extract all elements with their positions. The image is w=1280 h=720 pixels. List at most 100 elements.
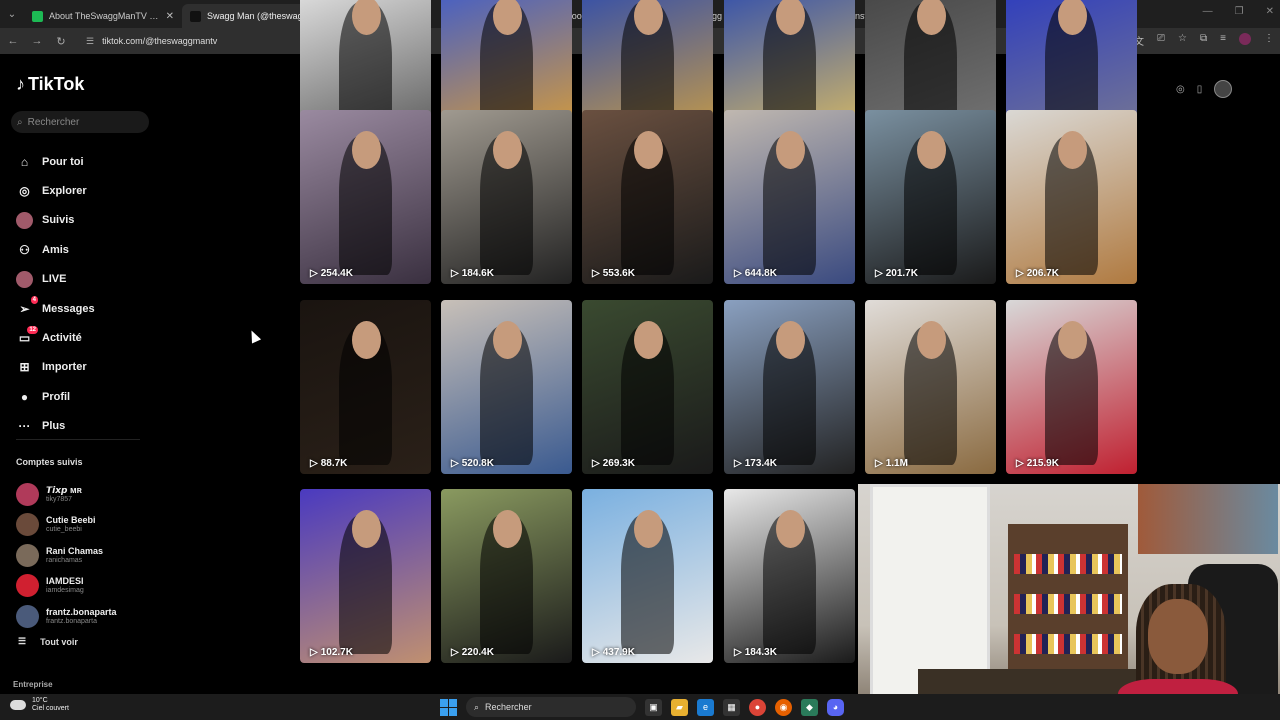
- view-count-text: 520.8K: [461, 458, 494, 469]
- video-thumbnail[interactable]: ▷ 553.6K: [582, 110, 713, 284]
- video-thumbnail[interactable]: ▷ 206.7K: [1006, 110, 1137, 284]
- phone-icon[interactable]: ▯: [1197, 84, 1203, 95]
- footer-entreprise[interactable]: Entreprise: [13, 680, 53, 689]
- following-name: IAMDESI: [46, 576, 84, 587]
- weather-temp: 10°C: [32, 697, 48, 704]
- view-count-text: 88.7K: [320, 458, 348, 469]
- play-icon: ▷: [734, 647, 742, 658]
- nav-item-messages[interactable]: ➢ 4 Messages: [16, 294, 156, 323]
- nav-item-importer[interactable]: ⊞ Importer: [16, 353, 156, 382]
- video-thumbnail[interactable]: ▷ 644.8K: [724, 110, 855, 284]
- tiktok-logo-text: TikTok: [28, 74, 85, 94]
- media-icon[interactable]: ≡: [1220, 33, 1226, 48]
- view-count-text: 644.8K: [744, 268, 777, 279]
- list-icon: ☰: [18, 636, 27, 646]
- view-count-text: 269.3K: [602, 458, 635, 469]
- avatar: [16, 574, 39, 598]
- profile-icon: ●: [20, 389, 29, 404]
- following-item[interactable]: frantz.bonaparta frantz.bonaparta: [16, 601, 117, 632]
- following-item[interactable]: 𝙏𝙞𝙭𝙥 ᴍʀ tiky7857: [16, 479, 117, 510]
- video-thumbnail[interactable]: ▷ 184.3K: [724, 489, 855, 663]
- view-count: ▷ 184.6K: [451, 268, 494, 279]
- avatar: [16, 543, 39, 567]
- play-icon: ▷: [310, 268, 318, 279]
- nav-item-activit[interactable]: ▭ 12 Activité: [16, 323, 156, 352]
- compass-small-icon[interactable]: ◎: [1176, 84, 1185, 95]
- cast-icon[interactable]: ⎚: [1157, 33, 1165, 48]
- view-count: ▷ 206.7K: [1016, 268, 1059, 279]
- maximize-icon[interactable]: ❐: [1235, 6, 1244, 17]
- view-count-text: 1.1M: [885, 458, 908, 469]
- video-thumbnail[interactable]: ▷ 220.4K: [441, 489, 572, 663]
- video-thumbnail[interactable]: ▷ 102.7K: [300, 489, 431, 663]
- nav-item-plus[interactable]: ··· Plus: [16, 412, 156, 441]
- inbox-icon: ▭ 12: [18, 325, 38, 346]
- search-icon: ⌕: [474, 701, 480, 712]
- user-avatar[interactable]: [1214, 80, 1233, 98]
- following-list: 𝙏𝙞𝙭𝙥 ᴍʀ tiky7857 Cutie Beebi cutie_beebi…: [16, 479, 117, 632]
- nav-item-amis[interactable]: ⚇ Amis: [16, 235, 156, 264]
- friends-icon: ⚇: [19, 242, 30, 257]
- profile-avatar-icon[interactable]: [1239, 33, 1251, 45]
- video-thumbnail[interactable]: ▷ 184.6K: [441, 110, 572, 284]
- close-window-icon[interactable]: ✕: [1266, 6, 1274, 17]
- video-thumbnail[interactable]: ▷ 520.8K: [441, 300, 572, 474]
- nav-item-profil[interactable]: ● Profil: [16, 382, 156, 411]
- video-thumbnail[interactable]: ▷ 437.9K: [582, 489, 713, 663]
- tiktok-logo[interactable]: ♪ TikTok: [16, 74, 84, 95]
- video-thumbnail[interactable]: ▷ 88.7K: [300, 300, 431, 474]
- tiktok-sidebar: ♪ TikTok ⌕ Rechercher ⌂ Pour toi ◎ Explor…: [0, 54, 160, 694]
- view-count-text: 220.4K: [461, 647, 494, 658]
- video-thumbnail[interactable]: ▷ 254.4K: [300, 110, 431, 284]
- chrome-icon[interactable]: ●: [749, 698, 766, 716]
- view-count-text: 184.3K: [744, 647, 777, 658]
- play-icon: ▷: [592, 458, 600, 469]
- video-thumbnail[interactable]: ▷ 215.9K: [1006, 300, 1137, 474]
- nav-item-live[interactable]: LIVE: [16, 265, 156, 294]
- video-thumbnail[interactable]: ▷ 173.4K: [724, 300, 855, 474]
- video-thumbnail[interactable]: ▷ 269.3K: [582, 300, 713, 474]
- following-item[interactable]: IAMDESI iamdesimag: [16, 571, 117, 602]
- tab-close-icon[interactable]: ✕: [166, 11, 174, 22]
- avatar-icon: [16, 211, 33, 229]
- minimize-icon[interactable]: —: [1203, 6, 1213, 17]
- forward-icon[interactable]: →: [26, 30, 48, 52]
- see-all-link[interactable]: ☰ Tout voir: [18, 636, 78, 647]
- view-count-text: 201.7K: [885, 268, 918, 279]
- nav-item-pourtoi[interactable]: ⌂ Pour toi: [16, 147, 156, 176]
- following-item[interactable]: Rani Chamas ranichamas: [16, 540, 117, 571]
- weather-widget[interactable]: 10°C Ciel couvert: [10, 697, 69, 713]
- back-icon[interactable]: ←: [2, 30, 24, 52]
- store-icon[interactable]: ▦: [723, 698, 740, 716]
- search-placeholder: Rechercher: [27, 116, 80, 128]
- menu-kebab-icon[interactable]: ⋮: [1264, 33, 1274, 48]
- tab-search-icon[interactable]: ⌄: [0, 2, 24, 26]
- following-name: frantz.bonaparta: [46, 606, 117, 617]
- search-input[interactable]: ⌕ Rechercher: [11, 111, 149, 133]
- nav-item-explorer[interactable]: ◎ Explorer: [16, 176, 156, 205]
- reload-icon[interactable]: ↻: [50, 30, 72, 52]
- view-count: ▷ 215.9K: [1016, 458, 1059, 469]
- discord-icon[interactable]: ◕: [827, 698, 844, 716]
- video-thumbnail[interactable]: ▷ 1.1M: [865, 300, 996, 474]
- webcam-overlay: [858, 484, 1280, 720]
- browser-tab[interactable]: About TheSwaggManTV - Wat ✕: [24, 4, 182, 28]
- file-explorer-icon[interactable]: ▰: [671, 698, 688, 716]
- cam-face: [1148, 599, 1208, 674]
- windows-start-icon[interactable]: [440, 698, 457, 716]
- task-view-icon[interactable]: ▣: [645, 698, 662, 716]
- taskbar-search[interactable]: ⌕ Rechercher: [466, 697, 636, 717]
- view-count-text: 184.6K: [461, 268, 494, 279]
- nav-item-suivis[interactable]: Suivis: [16, 206, 156, 235]
- following-name: 𝙏𝙞𝙭𝙥 ᴍʀ: [46, 484, 82, 495]
- nav-divider: [16, 439, 140, 440]
- following-item[interactable]: Cutie Beebi cutie_beebi: [16, 510, 117, 541]
- bookmark-star-icon[interactable]: ☆: [1178, 33, 1187, 48]
- extensions-icon[interactable]: ⧉: [1200, 33, 1207, 48]
- edge-icon[interactable]: e: [697, 698, 714, 716]
- firefox-icon[interactable]: ◉: [775, 698, 792, 716]
- view-count-text: 215.9K: [1026, 458, 1059, 469]
- video-thumbnail[interactable]: ▷ 201.7K: [865, 110, 996, 284]
- app-icon[interactable]: ◆: [801, 698, 818, 716]
- site-info-icon[interactable]: ☰: [86, 36, 94, 47]
